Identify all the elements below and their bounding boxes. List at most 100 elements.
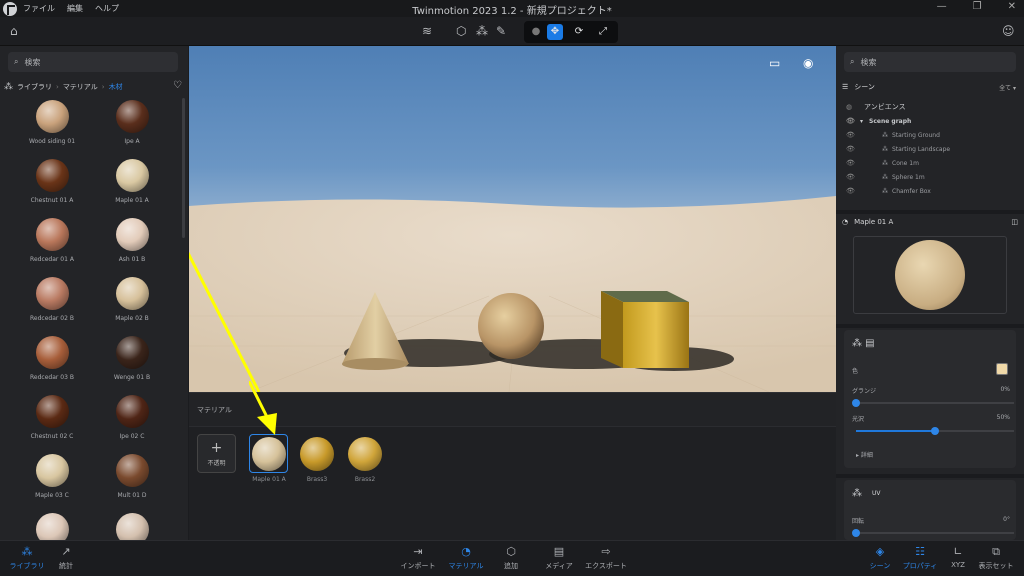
bottom-tab-chart[interactable]: ↗ 統計: [52, 545, 80, 571]
object-icon: ⁂: [882, 131, 888, 139]
library-material-item[interactable]: Chestnut 02 C: [12, 395, 92, 445]
library-material-item[interactable]: Maple 01 A: [92, 159, 172, 209]
tree-item[interactable]: 👁 ⁂ Sphere 1m: [846, 171, 1016, 183]
bottom-tab-view-set[interactable]: ⧉ 表示セット: [974, 545, 1018, 571]
tree-scene-graph[interactable]: 👁 ▾ Scene graph: [846, 115, 1016, 127]
favorite-heart-icon[interactable]: ♡: [173, 80, 182, 91]
scene-filter-dropdown[interactable]: 全て ▾: [999, 83, 1016, 92]
bottom-tab-library[interactable]: ⁂ ライブラリ: [8, 545, 46, 571]
bottom-tab-xyz[interactable]: ∟ XYZ: [946, 545, 970, 569]
bottom-tab-scene[interactable]: ◈ シーン: [864, 545, 896, 571]
material-drawer: + 不透明 Maple 01 A Brass3 Brass2: [189, 381, 836, 540]
library-material-item[interactable]: Ipe A: [92, 100, 172, 150]
material-thumbnail: [115, 218, 149, 251]
material-label: Ipe A: [124, 138, 140, 145]
drawer-slot-brass3[interactable]: [297, 434, 336, 473]
menu-file[interactable]: ファイル: [23, 3, 55, 14]
eye-icon[interactable]: 👁: [846, 131, 856, 139]
bottom-tab-import[interactable]: ⇥ インポート: [398, 545, 438, 571]
chamfer-box-object: [623, 302, 689, 368]
eye-icon[interactable]: ◉: [803, 56, 813, 70]
library-material-item[interactable]: Ash 01 B: [92, 218, 172, 268]
layout-icon[interactable]: ▭: [769, 56, 780, 70]
scene-search-input[interactable]: ⌕ 検索: [844, 52, 1016, 72]
properties-icon: ☷: [915, 545, 925, 558]
eye-icon[interactable]: 👁: [846, 187, 856, 195]
material-preview: [299, 436, 334, 471]
add-icon: ⬡: [506, 545, 516, 558]
tree-item[interactable]: 👁 ⁂ Starting Ground: [846, 129, 1016, 141]
scatter-tool-icon[interactable]: ⁂: [476, 24, 488, 38]
library-material-item[interactable]: Chestnut 01 A: [12, 159, 92, 209]
menu-help[interactable]: ヘルプ: [95, 3, 119, 14]
export-icon: ⇨: [601, 545, 611, 558]
tree-ambience[interactable]: ◍ アンビエンス: [846, 101, 1016, 113]
shape-tool-icon[interactable]: ⬡: [456, 24, 466, 38]
library-material-item[interactable]: Redcedar 02 B: [12, 277, 92, 327]
menu-edit[interactable]: 編集: [67, 3, 83, 14]
gloss-slider[interactable]: [856, 427, 1014, 435]
library-icon: ⁂: [21, 545, 33, 558]
restore-icon[interactable]: ❐: [973, 1, 982, 12]
panel-toggle-icon[interactable]: ◫: [1011, 218, 1018, 226]
close-icon[interactable]: ✕: [1008, 1, 1016, 12]
title-bar: ファイル 編集 ヘルプ Twinmotion 2023 1.2 - 新規プロジェ…: [0, 0, 1024, 17]
minimize-icon[interactable]: —: [937, 1, 947, 12]
view-set-icon: ⧉: [992, 545, 1000, 558]
library-scrollbar[interactable]: [182, 98, 185, 238]
material-thumbnail: [35, 336, 69, 369]
menu-bar: ファイル 編集 ヘルプ: [23, 3, 119, 14]
library-material-item[interactable]: Maple 03 C: [12, 454, 92, 504]
library-material-item[interactable]: Redcedar 03 B: [12, 336, 92, 386]
eye-icon[interactable]: 👁: [846, 117, 856, 125]
rotation-slider[interactable]: [852, 529, 1014, 537]
breadcrumb-library[interactable]: ライブラリ: [17, 82, 52, 92]
eye-icon[interactable]: 👁: [846, 145, 856, 153]
breadcrumb-material[interactable]: マテリアル: [63, 82, 98, 92]
eyedropper-icon[interactable]: ✎: [496, 24, 506, 38]
bottom-tab-properties[interactable]: ☷ プロパティ: [898, 545, 942, 571]
material-label: Maple 03 C: [35, 492, 69, 499]
scale-icon[interactable]: ⤢: [595, 24, 611, 40]
bottom-tab-material[interactable]: ◔ マテリアル: [446, 545, 486, 571]
add-material-button[interactable]: + 不透明: [197, 434, 236, 473]
library-material-item[interactable]: Mult 01 D: [92, 454, 172, 504]
scene-title: シーン: [854, 83, 875, 91]
color-swatch[interactable]: [996, 363, 1008, 375]
drawer-slot-label: Maple 01 A: [252, 476, 286, 483]
expand-icon[interactable]: ▾: [860, 118, 863, 125]
home-icon[interactable]: ⌂: [10, 24, 18, 38]
library-panel: ⌕ 検索 ⁂ ライブラリ › マテリアル › 木材 ♡ Wood siding …: [0, 46, 188, 546]
material-label: Redcedar 02 B: [30, 315, 74, 322]
move-icon[interactable]: ✥: [547, 24, 563, 40]
drawer-slot-brass2[interactable]: [345, 434, 384, 473]
library-material-item[interactable]: Redcedar 01 A: [12, 218, 92, 268]
3d-viewport[interactable]: ▭ ◉: [189, 46, 836, 392]
toolbar: ⌂ ≋ ⬡ ⁂ ✎ ● ✥ ⟳ ⤢ ☺: [0, 17, 1024, 46]
scene-render: [189, 196, 836, 392]
bottom-tab-export[interactable]: ⇨ エクスポート: [584, 545, 628, 571]
library-material-item[interactable]: Wenge 01 B: [92, 336, 172, 386]
library-material-item[interactable]: Ipe 02 C: [92, 395, 172, 445]
tree-item[interactable]: 👁 ⁂ Chamfer Box: [846, 185, 1016, 197]
layers-icon[interactable]: ≋: [422, 24, 432, 38]
navigation-group: ● ✥ ⟳ ⤢: [524, 21, 618, 43]
library-material-item[interactable]: Maple 02 B: [92, 277, 172, 327]
tree-item[interactable]: 👁 ⁂ Starting Landscape: [846, 143, 1016, 155]
grunge-slider[interactable]: [852, 399, 1014, 407]
material-label: Wood siding 01: [28, 138, 76, 145]
library-search-input[interactable]: ⌕ 検索: [8, 52, 178, 72]
search-icon: ⌕: [14, 57, 19, 66]
library-material-item[interactable]: Wood siding 01: [12, 100, 92, 150]
user-icon[interactable]: ☺: [1002, 24, 1015, 38]
bottom-tab-add[interactable]: ⬡ 追加: [496, 545, 526, 571]
eye-icon[interactable]: 👁: [846, 159, 856, 167]
breadcrumb-wood[interactable]: 木材: [109, 82, 123, 92]
eye-icon[interactable]: 👁: [846, 173, 856, 181]
scene-icon: ◈: [875, 545, 885, 558]
rotate-icon[interactable]: ⟳: [571, 24, 587, 40]
bottom-tab-media[interactable]: ▤ メディア: [540, 545, 578, 571]
tree-item[interactable]: 👁 ⁂ Cone 1m: [846, 157, 1016, 169]
details-toggle[interactable]: ▸ 詳細: [856, 450, 873, 459]
select-icon[interactable]: ●: [528, 24, 544, 40]
